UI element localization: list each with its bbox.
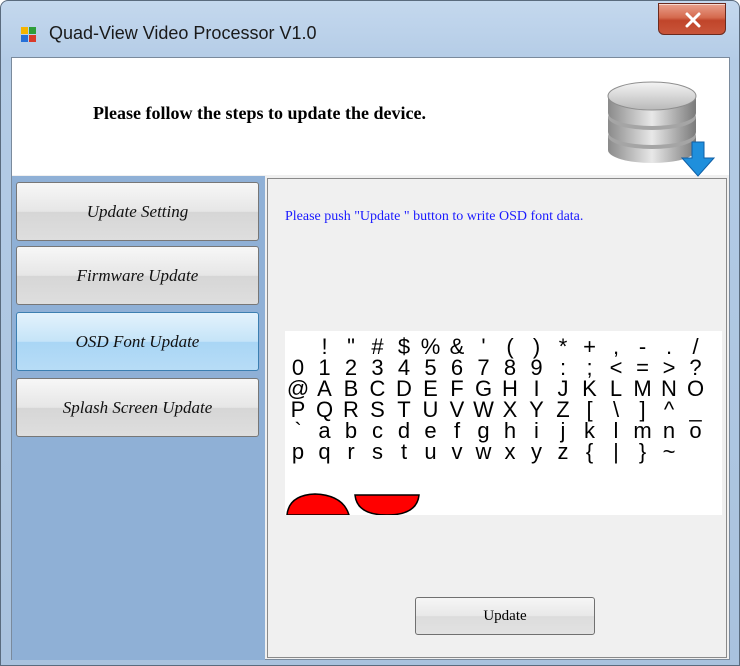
database-download-icon [600,70,720,180]
update-button[interactable]: Update [415,597,595,635]
header-panel: Please follow the steps to update the de… [12,58,729,177]
special-glyph-left [286,493,350,515]
instruction-text: Please push "Update " button to write OS… [285,209,584,224]
font-glyph: } [639,439,646,464]
font-glyph: q [318,439,330,464]
font-glyph: | [613,439,619,464]
font-glyph: z [558,439,569,464]
sidebar-item-osd-font-update[interactable]: OSD Font Update [16,312,259,371]
app-window: Quad-View Video Processor V1.0 Please fo… [0,0,740,666]
title-bar[interactable]: Quad-View Video Processor V1.0 [1,1,739,57]
font-glyph: { [586,439,593,464]
client-area: Please follow the steps to update the de… [11,57,730,660]
close-button[interactable] [658,3,726,35]
sidebar-item-splash-screen-update[interactable]: Splash Screen Update [16,378,259,437]
font-glyph: t [401,439,407,464]
font-glyph: v [452,439,463,464]
font-glyph: ~ [663,439,676,464]
special-glyph-right [354,494,420,515]
window-title: Quad-View Video Processor V1.0 [49,23,317,43]
font-glyph: y [531,439,542,464]
close-icon [685,12,701,28]
font-glyph: w [475,439,492,464]
font-glyph: r [347,439,354,464]
font-glyph-grid: ! " # $% & '() * +, -./0 1 2 3 4 5 6 7 8 9:; < = > ?@ A B C D E F G H… [286,334,704,515]
font-glyph: s [372,439,383,464]
sidebar-item-update-setting[interactable]: Update Setting [16,182,259,241]
font-glyph: x [505,439,516,464]
header-message: Please follow the steps to update the de… [93,103,426,123]
sidebar: Update Setting Firmware Update OSD Font … [12,176,265,660]
osd-font-preview: ! " # $% & '() * +, -./0 1 2 3 4 5 6 7 8 9:; < = >? @ A B C D E F G H… [285,331,722,515]
font-glyph: p [292,439,304,464]
app-icon [21,27,37,43]
sidebar-item-firmware-update[interactable]: Firmware Update [16,246,259,305]
font-glyph: u [424,439,436,464]
content-panel: Please push "Update " button to write OS… [267,178,727,658]
font-glyph: o [689,418,701,443]
